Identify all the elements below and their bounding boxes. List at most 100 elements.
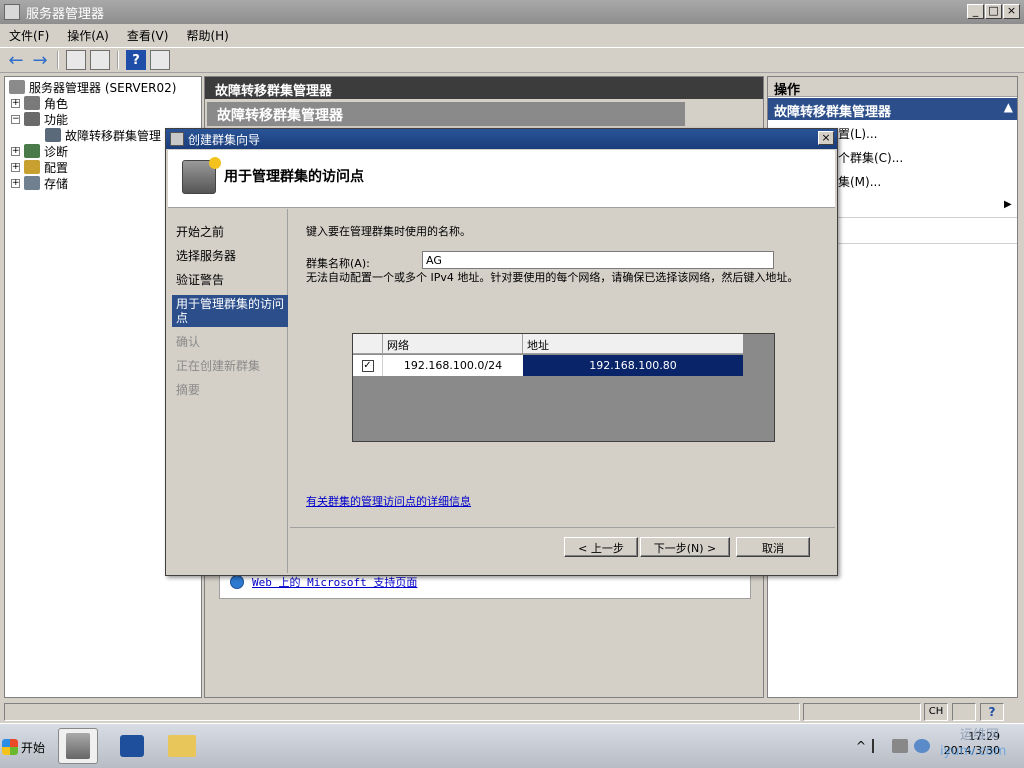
- header-address[interactable]: 地址: [523, 334, 743, 354]
- actions-header: 操作: [768, 77, 1017, 98]
- web-support-link-text: Web 上的 Microsoft 支持页面: [252, 576, 418, 589]
- step-before-you-begin[interactable]: 开始之前: [172, 223, 288, 241]
- network-icon[interactable]: [892, 739, 909, 753]
- features-icon: [24, 112, 40, 126]
- expand-icon[interactable]: +: [11, 162, 20, 172]
- status-panel: [803, 703, 921, 721]
- row-check-cell: ✓: [353, 355, 383, 376]
- cancel-button[interactable]: 取消: [736, 537, 810, 557]
- expand-icon[interactable]: +: [11, 146, 20, 156]
- wizard-close-button[interactable]: ×: [818, 131, 834, 145]
- roles-icon: [24, 96, 40, 110]
- tree-item-configuration[interactable]: + 配置: [11, 159, 68, 175]
- step-select-servers[interactable]: 选择服务器: [172, 247, 288, 265]
- tree-item-label: 诊断: [44, 144, 69, 159]
- address-cell[interactable]: 192.168.100.80: [523, 355, 743, 376]
- menu-file[interactable]: 文件(F): [0, 27, 58, 44]
- watermark-text: 运维网: [960, 728, 1000, 743]
- menu-action[interactable]: 操作(A): [58, 27, 118, 44]
- minimize-button[interactable]: _: [967, 4, 984, 19]
- tree-root-label: 服务器管理器 (SERVER02): [29, 80, 177, 95]
- tree-item-label: 故障转移群集管理: [65, 128, 162, 143]
- collapse-icon[interactable]: −: [11, 114, 20, 124]
- tree-item-label: 配置: [44, 160, 69, 175]
- restore-button[interactable]: □: [985, 4, 1002, 19]
- wizard-content: 键入要在管理群集时使用的名称。 群集名称(A): 无法自动配置一个或多个 IPv…: [290, 209, 835, 573]
- help-icon[interactable]: ?: [126, 50, 146, 70]
- up-folder-icon[interactable]: [66, 50, 86, 70]
- action-item[interactable]: 置(L)...: [838, 125, 878, 142]
- collapse-up-icon[interactable]: ▲: [1004, 100, 1013, 114]
- tree-item-storage[interactable]: + 存储: [11, 175, 68, 191]
- step-validation-warning[interactable]: 验证警告: [172, 271, 288, 289]
- button-divider: [290, 527, 835, 528]
- tree-item-root[interactable]: 服务器管理器 (SERVER02): [9, 79, 176, 95]
- windows-logo-icon: [2, 739, 18, 755]
- properties-icon[interactable]: [150, 50, 170, 70]
- language-indicator[interactable]: CH: [924, 703, 948, 721]
- status-panel: [4, 703, 800, 721]
- toolbar-separator: [57, 51, 59, 69]
- menu-help[interactable]: 帮助(H): [177, 27, 237, 44]
- flag-icon[interactable]: [872, 739, 886, 753]
- show-hide-tree-icon[interactable]: [90, 50, 110, 70]
- tree-item-features[interactable]: − 功能: [11, 111, 68, 127]
- network-address-table: 网络 地址 ✓ 192.168.100.0/24 192.168.100.80: [352, 333, 775, 442]
- toolbar: ← → ?: [0, 47, 1024, 73]
- speaker-icon[interactable]: [914, 739, 931, 753]
- web-support-link[interactable]: Web 上的 Microsoft 支持页面: [230, 574, 417, 590]
- globe-icon: [230, 575, 244, 589]
- keyboard-icon[interactable]: [952, 703, 976, 721]
- network-checkbox[interactable]: ✓: [361, 359, 374, 372]
- start-button[interactable]: 开始: [2, 732, 52, 762]
- actions-section-header[interactable]: 故障转移群集管理器 ▲: [768, 98, 1017, 120]
- network-cell: 192.168.100.0/24: [383, 355, 523, 376]
- back-icon[interactable]: ←: [6, 50, 26, 71]
- header-network[interactable]: 网络: [383, 334, 523, 354]
- tree-item-roles[interactable]: + 角色: [11, 95, 68, 111]
- taskbar-explorer[interactable]: [162, 728, 202, 764]
- server-icon: [9, 80, 25, 94]
- taskbar-powershell[interactable]: [112, 728, 152, 764]
- forward-icon[interactable]: →: [30, 50, 50, 71]
- storage-icon: [24, 176, 40, 190]
- window-titlebar: 服务器管理器 _ □ ×: [0, 0, 1024, 24]
- tree-item-diagnostics[interactable]: + 诊断: [11, 143, 68, 159]
- help-icon[interactable]: ?: [980, 703, 1004, 721]
- submenu-arrow-icon[interactable]: ▶: [1004, 199, 1012, 210]
- configuration-icon: [24, 160, 40, 174]
- taskbar-server-manager[interactable]: [58, 728, 98, 764]
- cluster-icon: [45, 128, 61, 142]
- ipv4-note: 无法自动配置一个或多个 IPv4 地址。针对要使用的每个网络，请确保已选择该网络…: [306, 271, 799, 284]
- access-point-info-link[interactable]: 有关群集的管理访问点的详细信息: [306, 493, 471, 509]
- tree-item-label: 功能: [44, 112, 69, 127]
- diagnostics-icon: [24, 144, 40, 158]
- previous-button[interactable]: < 上一步: [564, 537, 638, 557]
- server-manager-icon: [66, 733, 90, 759]
- menu-view[interactable]: 查看(V): [118, 27, 178, 44]
- step-access-point[interactable]: 用于管理群集的访问点: [172, 295, 288, 327]
- cluster-name-input[interactable]: [422, 251, 774, 269]
- action-item[interactable]: 集(M)...: [838, 173, 881, 190]
- server-manager-icon: [4, 4, 20, 20]
- watermark-url: iyunv.com: [940, 744, 1007, 759]
- wizard-icon: [170, 132, 184, 146]
- taskbar: 开始 ^ 17:29 2014/3/30: [0, 723, 1024, 768]
- expand-icon[interactable]: +: [11, 178, 20, 188]
- step-creating-cluster: 正在创建新群集: [176, 359, 261, 373]
- wizard-header-title: 用于管理群集的访问点: [224, 169, 364, 185]
- tray-chevron-icon[interactable]: ^: [856, 739, 866, 753]
- statusbar: CH ?: [0, 701, 1024, 723]
- actions-section-title: 故障转移群集管理器: [774, 105, 892, 120]
- table-row[interactable]: ✓ 192.168.100.0/24 192.168.100.80: [353, 355, 743, 376]
- create-cluster-wizard: 创建群集向导 × 用于管理群集的访问点 开始之前 选择服务器 验证警告 用于管理…: [165, 128, 838, 576]
- close-button[interactable]: ×: [1003, 4, 1020, 19]
- toolbar-separator: [117, 51, 119, 69]
- tree-item-failover-cluster[interactable]: 故障转移群集管理: [45, 127, 161, 143]
- instruction-text: 键入要在管理群集时使用的名称。: [306, 225, 471, 238]
- center-header: 故障转移群集管理器: [205, 77, 763, 99]
- next-button[interactable]: 下一步(N) >: [640, 537, 730, 557]
- action-item[interactable]: 个群集(C)...: [838, 149, 903, 166]
- expand-icon[interactable]: +: [11, 98, 20, 108]
- table-header: 网络 地址: [353, 334, 743, 354]
